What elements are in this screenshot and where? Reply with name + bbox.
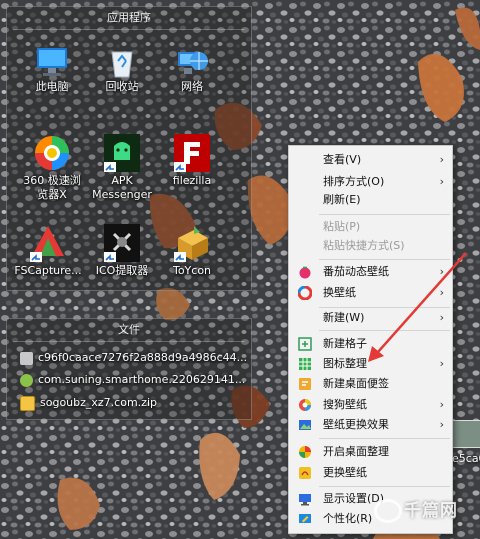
icon-label: ICO提取器 (95, 264, 149, 277)
fscapture-icon (30, 226, 64, 262)
watermark-text: 千篇网 (404, 501, 458, 521)
chevron-right-icon: › (439, 398, 444, 411)
icon-label: ToYcon (172, 264, 212, 277)
menu-item-label: 新建桌面便签 (323, 377, 389, 390)
menu-item-label: 刷新(E) (323, 193, 361, 206)
sticky-note-icon (299, 378, 311, 390)
fence-divider (13, 29, 245, 30)
menu-item-desktop-organize[interactable]: 开启桌面整理 (289, 441, 452, 463)
menu-item-view[interactable]: 查看(V) › (289, 149, 452, 171)
file-item[interactable]: com.suning.smarthome.220629141... (20, 371, 245, 389)
wallpaper-effect-icon (299, 420, 311, 430)
menu-item-tomato-wallpaper[interactable]: 番茄动态壁纸 › (289, 261, 452, 283)
menu-separator (319, 438, 450, 439)
icon-label: filezilla (172, 174, 212, 187)
icon-label: 此电脑 (35, 80, 69, 93)
icon-label: 网络 (181, 80, 203, 93)
menu-item-refresh[interactable]: 刷新(E) (289, 189, 452, 211)
watermark: 千篇网 (374, 496, 458, 523)
menu-item-label: 壁纸更换效果 (323, 418, 389, 431)
menu-item-new-sticky-note[interactable]: 新建桌面便签 (289, 373, 452, 395)
chevron-right-icon: › (439, 265, 444, 278)
icon-label-line2: Messenger (92, 188, 152, 201)
toycon-icon (174, 226, 208, 262)
menu-item-label: 粘贴快捷方式(S) (323, 239, 405, 252)
ico-extractor-icon (104, 224, 140, 262)
menu-item-new[interactable]: 新建(W) › (289, 307, 452, 329)
360-browser-icon (35, 136, 69, 170)
chevron-right-icon: › (439, 153, 444, 166)
tomato-wallpaper-icon (299, 266, 311, 279)
menu-item-label: 更换壁纸 (323, 466, 367, 479)
files-fence-title: 文件 (118, 323, 140, 336)
desktop-icon-network[interactable]: 网络 (154, 44, 230, 94)
filezilla-icon (174, 134, 210, 172)
fence-divider (13, 341, 245, 342)
file-name: sogoubz_xz7.com.zip (40, 396, 157, 409)
desktop-icon-ico-extractor[interactable]: ICO提取器 (84, 222, 160, 278)
menu-item-label: 新建(W) (323, 311, 365, 324)
menu-item-change-wallpaper[interactable]: 换壁纸 › (289, 282, 452, 304)
menu-separator (319, 486, 450, 487)
menu-item-label: 图标整理 (323, 357, 367, 370)
desktop-icon-partial[interactable]: e5ca0 (452, 420, 480, 466)
zip-icon (20, 395, 35, 411)
desktop-icon-filezilla[interactable]: filezilla (154, 132, 230, 188)
file-item[interactable]: sogoubz_xz7.com.zip (20, 394, 157, 412)
chevron-right-icon: › (439, 418, 444, 431)
menu-item-new-grid[interactable]: 新建格子 (289, 333, 452, 355)
change-wallpaper-icon (298, 286, 312, 300)
menu-separator (319, 330, 450, 331)
chevron-right-icon: › (439, 357, 444, 370)
desktop-icon-apk-messenger[interactable]: APK Messenger (84, 132, 160, 202)
swap-wallpaper-icon (299, 467, 311, 479)
this-pc-icon (37, 48, 67, 76)
menu-separator (319, 259, 450, 260)
recycle-bin-icon (111, 51, 133, 78)
personalize-icon (299, 514, 311, 523)
menu-item-sogou-wallpaper[interactable]: 搜狗壁纸 › (289, 394, 452, 416)
menu-item-swap-wallpaper[interactable]: 更换壁纸 (289, 462, 452, 484)
chevron-right-icon: › (439, 311, 444, 324)
desktop-icon-this-pc[interactable]: 此电脑 (14, 44, 90, 94)
icon-label-line2: 览器X (37, 188, 67, 201)
menu-item-label: 搜狗壁纸 (323, 398, 367, 411)
menu-item-wallpaper-effect[interactable]: 壁纸更换效果 › (289, 414, 452, 436)
menu-item-label: 开启桌面整理 (323, 445, 389, 458)
display-settings-icon (299, 494, 311, 506)
menu-item-label: 查看(V) (323, 153, 362, 166)
desktop-icon-fscapture[interactable]: FSCapture... (10, 222, 86, 278)
new-grid-icon (298, 337, 312, 351)
menu-item-label: 换壁纸 (323, 286, 356, 299)
desktop-organize-icon (299, 446, 311, 458)
menu-item-label: 番茄动态壁纸 (323, 265, 389, 278)
desktop-icon-360-browser[interactable]: 360 极速浏 览器X (14, 132, 90, 202)
file-icon (20, 351, 33, 365)
menu-item-icon-organize[interactable]: 图标整理 › (289, 353, 452, 375)
network-icon (178, 52, 208, 74)
menu-item-label: 个性化(R) (323, 512, 373, 525)
desktop-icon-toycon[interactable]: ToYcon (154, 222, 230, 278)
icon-organize-icon (299, 358, 311, 370)
apps-fence-title: 应用程序 (107, 11, 151, 24)
icon-label: 360 极速浏 (23, 174, 81, 187)
file-item[interactable]: c96f0caace7276f2a888d9a4986c44... (20, 349, 247, 367)
sogou-wallpaper-icon (299, 399, 311, 411)
menu-item-paste-shortcut: 粘贴快捷方式(S) (289, 235, 452, 257)
icon-label: APK (111, 174, 133, 187)
menu-item-label: 新建格子 (323, 337, 367, 350)
apk-file-icon (20, 373, 33, 387)
watermark-logo-icon (374, 499, 402, 523)
icon-label: 回收站 (105, 80, 139, 93)
menu-separator (319, 214, 450, 215)
desktop-context-menu: 查看(V) › 排序方式(O) › 刷新(E) 粘贴(P) 粘贴快捷方式(S) … (288, 145, 453, 534)
image-thumbnail-icon (452, 420, 480, 448)
icon-label: FSCapture... (14, 264, 82, 277)
icon-label: e5ca0 (452, 452, 480, 465)
chevron-right-icon: › (439, 286, 444, 299)
file-name: c96f0caace7276f2a888d9a4986c44... (38, 351, 248, 364)
apk-messenger-icon (104, 134, 140, 172)
file-name: com.suning.smarthome.220629141... (38, 373, 246, 386)
desktop-icon-recycle-bin[interactable]: 回收站 (84, 44, 160, 94)
